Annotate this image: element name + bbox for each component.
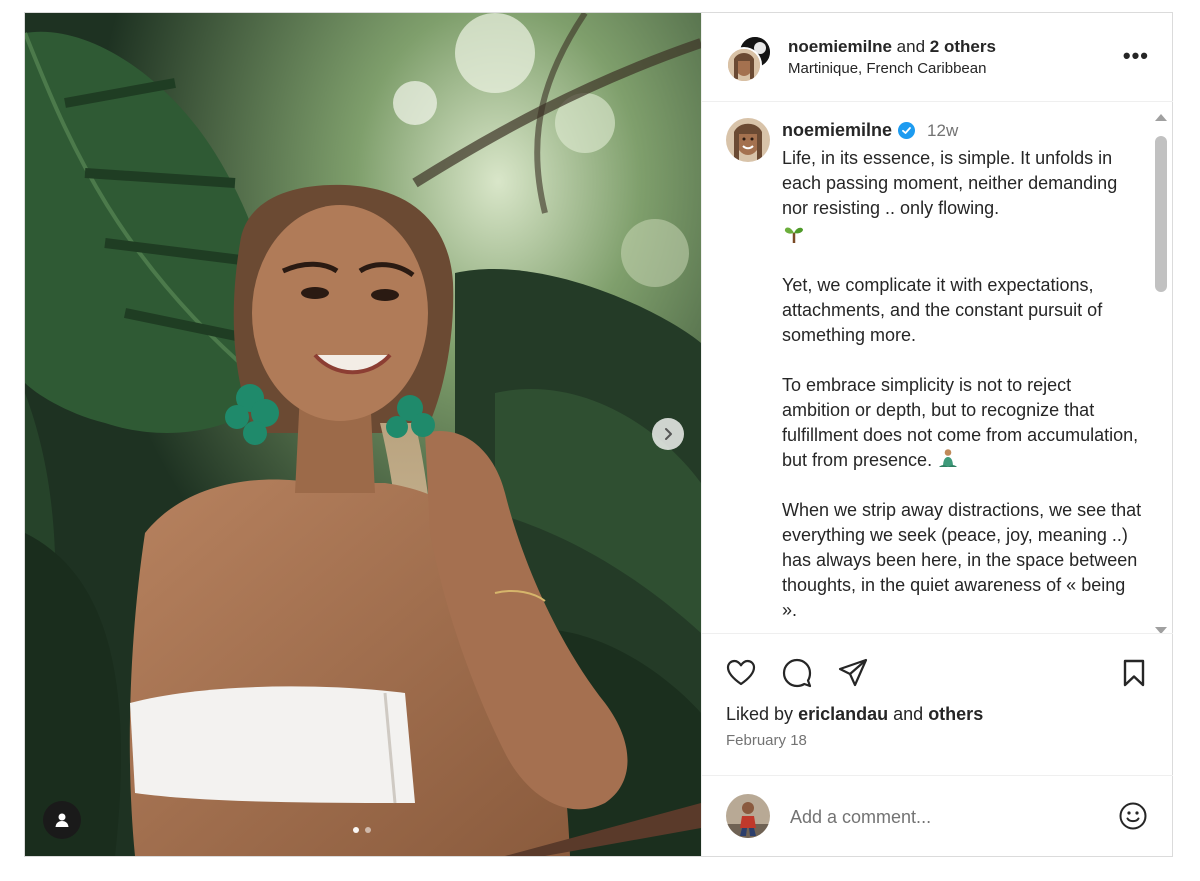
caption-paragraph: Yet, we complicate it with expectations,… bbox=[782, 273, 1142, 348]
chevron-right-icon bbox=[665, 428, 672, 440]
carousel-dot bbox=[353, 827, 359, 833]
header-username[interactable]: noemiemilne bbox=[788, 37, 892, 56]
post-side-panel: noemiemilne and 2 others Martinique, Fre… bbox=[701, 13, 1173, 856]
comment-button[interactable] bbox=[778, 654, 816, 692]
avatar bbox=[726, 794, 770, 838]
header-text: noemiemilne and 2 others Martinique, Fre… bbox=[788, 37, 996, 77]
caption-scrollbar[interactable] bbox=[1153, 114, 1169, 634]
seedling-icon bbox=[784, 227, 803, 243]
post-age[interactable]: 12w bbox=[927, 121, 958, 141]
caption-paragraph-text: To embrace simplicity is not to reject a… bbox=[782, 375, 1139, 470]
caption-paragraph: When we strip away distractions, we see … bbox=[782, 498, 1142, 623]
action-icons bbox=[722, 654, 872, 692]
header-others[interactable]: 2 others bbox=[930, 37, 996, 56]
comment-input[interactable] bbox=[788, 802, 1092, 832]
meditation-icon bbox=[939, 449, 958, 467]
share-icon bbox=[838, 658, 868, 687]
comment-icon bbox=[782, 658, 812, 688]
tagged-users-button[interactable] bbox=[43, 801, 81, 839]
header-title: noemiemilne and 2 others bbox=[788, 37, 996, 57]
user-tag-icon bbox=[55, 813, 69, 827]
next-image-button[interactable] bbox=[652, 418, 684, 450]
likes-others[interactable]: others bbox=[928, 704, 983, 724]
header-joiner: and bbox=[896, 37, 926, 56]
collab-avatars[interactable] bbox=[726, 35, 774, 83]
scrollbar-thumb[interactable] bbox=[1155, 136, 1167, 292]
caption-username[interactable]: noemiemilne bbox=[782, 120, 892, 141]
caption-paragraph: To embrace simplicity is not to reject a… bbox=[782, 373, 1142, 473]
carousel-indicator bbox=[353, 827, 371, 833]
post-actions: Liked by ericlandau and others February … bbox=[702, 633, 1173, 774]
comment-bar bbox=[702, 775, 1173, 857]
caption-text: Life, in its essence, is simple. It unfo… bbox=[782, 146, 1142, 634]
liker-username[interactable]: ericlandau bbox=[798, 704, 888, 724]
emoji-picker-button[interactable] bbox=[1115, 798, 1151, 834]
like-button[interactable] bbox=[722, 654, 760, 692]
more-options-button[interactable]: ••• bbox=[1123, 43, 1149, 69]
avatar bbox=[726, 47, 762, 83]
avatar[interactable] bbox=[726, 118, 770, 162]
share-button[interactable] bbox=[834, 654, 872, 692]
post-date[interactable]: February 18 bbox=[726, 732, 807, 749]
caption-header: noemiemilne 12w bbox=[782, 120, 958, 141]
post-location[interactable]: Martinique, French Caribbean bbox=[788, 60, 996, 77]
bookmark-icon bbox=[1123, 659, 1145, 687]
caption-paragraph: Life, in its essence, is simple. It unfo… bbox=[782, 146, 1142, 248]
caption-scroll-area[interactable]: noemiemilne 12w Life, in its essence, is… bbox=[702, 102, 1173, 634]
post-media[interactable] bbox=[25, 13, 701, 856]
likes-joiner: and bbox=[893, 704, 924, 724]
caption-paragraph-text: Yet, we complicate it with expectations,… bbox=[782, 275, 1103, 345]
heart-icon bbox=[726, 659, 756, 686]
caption-paragraph-text: Life, in its essence, is simple. It unfo… bbox=[782, 148, 1118, 218]
smiley-icon bbox=[1119, 802, 1147, 830]
save-button[interactable] bbox=[1115, 654, 1153, 692]
likes-prefix: Liked by bbox=[726, 704, 794, 724]
caption-paragraph-text: When we strip away distractions, we see … bbox=[782, 500, 1142, 620]
scroll-up-arrow-icon[interactable] bbox=[1155, 114, 1167, 121]
verified-badge-icon bbox=[898, 122, 916, 139]
post-photo bbox=[25, 13, 701, 856]
likes-summary[interactable]: Liked by ericlandau and others bbox=[726, 704, 983, 725]
carousel-dot bbox=[365, 827, 371, 833]
post-container: noemiemilne and 2 others Martinique, Fre… bbox=[24, 12, 1173, 857]
post-header: noemiemilne and 2 others Martinique, Fre… bbox=[702, 13, 1173, 102]
